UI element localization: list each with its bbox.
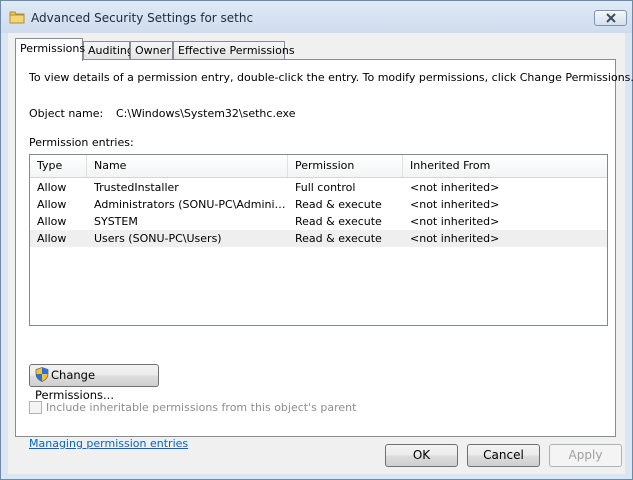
cell-type: Allow [37, 181, 67, 194]
cell-inherited: <not inherited> [410, 215, 500, 228]
cell-type: Allow [37, 198, 67, 211]
uac-shield-icon [35, 367, 49, 382]
table-row[interactable]: Allow Administrators (SONU-PC\Administra… [30, 196, 607, 213]
cell-name: SYSTEM [94, 215, 138, 228]
folder-icon [9, 11, 25, 24]
title-bar[interactable]: Advanced Security Settings for sethc [1, 1, 632, 33]
cell-permission: Full control [295, 181, 356, 194]
tab-label: Effective Permissions [178, 44, 295, 57]
permission-entries-list[interactable]: Type Name Permission Inherited From Allo… [29, 154, 608, 326]
cell-permission: Read & execute [295, 215, 382, 228]
cell-name: Administrators (SONU-PC\Administrat... [94, 198, 288, 211]
tab-label: Permissions [20, 42, 86, 55]
cell-permission: Read & execute [295, 198, 382, 211]
inherit-permissions-row: Include inheritable permissions from thi… [29, 401, 356, 414]
table-row[interactable]: Allow TrustedInstaller Full control <not… [30, 179, 607, 196]
cell-type: Allow [37, 215, 67, 228]
ok-button[interactable]: OK [385, 444, 458, 467]
cell-inherited: <not inherited> [410, 181, 500, 194]
permissions-panel: To view details of a permission entry, d… [15, 59, 633, 450]
column-header-permission[interactable]: Permission [288, 155, 403, 177]
cell-inherited: <not inherited> [410, 232, 500, 245]
column-header-inherited-from[interactable]: Inherited From [403, 155, 607, 177]
dialog-client-area: Permissions Auditing Owner Effective Per… [8, 33, 633, 474]
close-button[interactable] [594, 10, 627, 26]
column-header-name[interactable]: Name [87, 155, 288, 177]
table-row[interactable]: Allow SYSTEM Read & execute <not inherit… [30, 213, 607, 230]
object-name-value: C:\Windows\System32\sethc.exe [116, 107, 296, 120]
instructions-text: To view details of a permission entry, d… [29, 71, 633, 84]
window-title: Advanced Security Settings for sethc [31, 11, 254, 25]
tab-auditing[interactable]: Auditing [83, 41, 134, 60]
tab-effective-permissions[interactable]: Effective Permissions [173, 41, 295, 60]
cell-permission: Read & execute [295, 232, 382, 245]
inherit-permissions-label: Include inheritable permissions from thi… [46, 401, 357, 414]
column-header-type[interactable]: Type [30, 155, 87, 177]
tab-label: Auditing [88, 44, 134, 57]
permission-entries-label: Permission entries: [29, 136, 134, 149]
tab-label: Owner [135, 44, 171, 57]
change-permissions-button[interactable]: Change Permissions... [29, 364, 159, 402]
object-name-label: Object name: [29, 107, 104, 120]
cell-type: Allow [37, 232, 67, 245]
tab-permissions[interactable]: Permissions [15, 38, 86, 61]
list-header: Type Name Permission Inherited From [30, 155, 607, 178]
advanced-security-window: Advanced Security Settings for sethc Per… [0, 0, 633, 480]
cell-inherited: <not inherited> [410, 198, 500, 211]
table-row[interactable]: Allow Users (SONU-PC\Users) Read & execu… [30, 230, 607, 247]
cancel-button[interactable]: Cancel [467, 444, 540, 467]
managing-permission-entries-link[interactable]: Managing permission entries [29, 437, 188, 450]
apply-button[interactable]: Apply [549, 444, 622, 467]
inherit-permissions-checkbox[interactable] [29, 401, 42, 414]
cell-name: Users (SONU-PC\Users) [94, 232, 222, 245]
close-icon [606, 13, 616, 23]
tab-owner[interactable]: Owner [130, 41, 173, 60]
cell-name: TrustedInstaller [94, 181, 179, 194]
